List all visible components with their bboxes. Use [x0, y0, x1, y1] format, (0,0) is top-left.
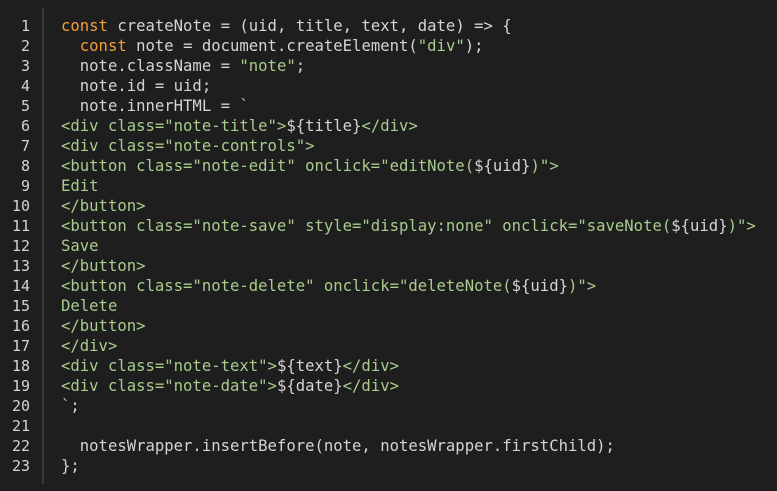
line-number-gutter: 1 2 3 4 5 6 7 8 9 10 11 12 13 14 15 16 17 18 19 20 21 22 23	[0, 16, 30, 476]
line-number: 4	[20, 77, 30, 95]
code-token: ${title}	[286, 117, 362, 135]
line-number: 14	[11, 277, 30, 295]
code-line[interactable]: Delete	[61, 296, 777, 316]
code-token: Delete	[61, 297, 118, 315]
code-line[interactable]: </button>	[61, 196, 777, 216]
code-token: notesWrapper.insertBefore(note, notesWra…	[61, 437, 615, 455]
code-area[interactable]: const createNote = (uid, title, text, da…	[61, 16, 777, 476]
code-line[interactable]: </div>	[61, 336, 777, 356]
code-line[interactable]: note.id = uid;	[61, 76, 777, 96]
code-line[interactable]: };	[61, 456, 777, 476]
code-line[interactable]: <div class="note-title">${title}</div>	[61, 116, 777, 136]
code-token: ;	[70, 397, 80, 415]
code-token: note = document.createElement(	[126, 37, 418, 55]
code-line[interactable]: note.className = "note";	[61, 56, 777, 76]
code-token: note.innerHTML =	[61, 97, 240, 115]
code-token: )">	[727, 217, 756, 235]
code-line[interactable]: Edit	[61, 176, 777, 196]
code-token: )">	[567, 277, 597, 295]
code-token: <div class="note-controls">	[61, 137, 315, 155]
code-token: const	[61, 17, 108, 35]
code-token: `	[61, 397, 71, 415]
code-token: <div class="note-title">	[61, 117, 287, 135]
code-line[interactable]: <div class="note-text">${text}</div>	[61, 356, 777, 376]
line-number: 20	[11, 397, 30, 415]
line-number: 12	[11, 237, 30, 255]
code-line[interactable]: const createNote = (uid, title, text, da…	[61, 16, 777, 36]
line-number: 2	[20, 37, 30, 55]
code-token: ;	[295, 57, 306, 75]
line-number: 22	[11, 437, 30, 455]
code-token: </div>	[61, 337, 118, 355]
code-token: </button>	[61, 197, 146, 215]
code-token: </button>	[61, 317, 146, 335]
code-line[interactable]: <button class="note-save" style="display…	[61, 216, 777, 236]
code-token: <button class="note-delete" onclick="del…	[61, 277, 512, 295]
code-line[interactable]: <div class="note-controls">	[61, 136, 777, 156]
code-line[interactable]: note.innerHTML = `	[61, 96, 777, 116]
code-line[interactable]: <button class="note-edit" onclick="editN…	[61, 156, 777, 176]
code-token: ${date}	[276, 377, 343, 395]
code-token: Save	[61, 237, 99, 255]
line-number: 8	[20, 157, 30, 175]
line-number: 5	[20, 97, 30, 115]
code-line[interactable]: Save	[61, 236, 777, 256]
code-token: const	[79, 37, 127, 55]
line-number: 13	[11, 257, 30, 275]
line-number: 19	[11, 377, 30, 395]
code-token: )">	[530, 157, 559, 175]
code-token: <button class="note-edit" onclick="editN…	[61, 157, 475, 175]
line-number: 9	[20, 177, 30, 195]
code-line[interactable]: notesWrapper.insertBefore(note, notesWra…	[61, 436, 777, 456]
code-token: ${text}	[276, 357, 343, 375]
code-token: ${uid}	[511, 277, 568, 295]
code-line[interactable]: </button>	[61, 316, 777, 336]
code-line[interactable]: `;	[61, 396, 777, 416]
code-editor[interactable]: 1 2 3 4 5 6 7 8 9 10 11 12 13 14 15 16 17 18 19 20 21 22 23 co…	[0, 0, 777, 491]
line-number: 21	[11, 417, 30, 435]
code-token: <div class="note-text">	[61, 357, 277, 375]
line-number: 7	[20, 137, 30, 155]
code-token: "div"	[417, 37, 465, 55]
line-number: 16	[11, 317, 30, 335]
code-token: createNote = (uid, title, text, date) =>…	[107, 17, 512, 35]
line-number: 23	[11, 457, 30, 475]
code-token: };	[61, 457, 80, 475]
code-token: </div>	[342, 377, 399, 395]
line-number: 3	[20, 57, 30, 75]
code-token: note.className =	[61, 57, 240, 75]
line-number: 17	[11, 337, 30, 355]
code-token: </div>	[342, 357, 399, 375]
code-token: </button>	[61, 257, 146, 275]
line-number: 11	[11, 217, 30, 235]
code-token: note.id = uid;	[61, 77, 212, 95]
code-token: Edit	[61, 177, 99, 195]
code-line[interactable]: const note = document.createElement("div…	[61, 36, 777, 56]
code-token: ${uid}	[474, 157, 531, 175]
code-token: `	[239, 97, 249, 115]
code-token: <button class="note-save" style="display…	[61, 217, 672, 235]
line-number: 18	[11, 357, 30, 375]
code-token: <div class="note-date">	[61, 377, 277, 395]
gutter-divider	[42, 8, 44, 484]
code-line[interactable]: <div class="note-date">${date}</div>	[61, 376, 777, 396]
code-line[interactable]: <button class="note-delete" onclick="del…	[61, 276, 777, 296]
line-number: 6	[20, 117, 30, 135]
code-token: "note"	[239, 57, 296, 75]
code-line[interactable]: </button>	[61, 256, 777, 276]
code-token: );	[464, 37, 484, 55]
code-token: ${uid}	[671, 217, 728, 235]
line-number: 1	[20, 17, 30, 35]
line-number: 15	[11, 297, 30, 315]
code-line[interactable]	[61, 416, 777, 436]
code-token: </div>	[361, 117, 418, 135]
line-number: 10	[11, 197, 30, 215]
